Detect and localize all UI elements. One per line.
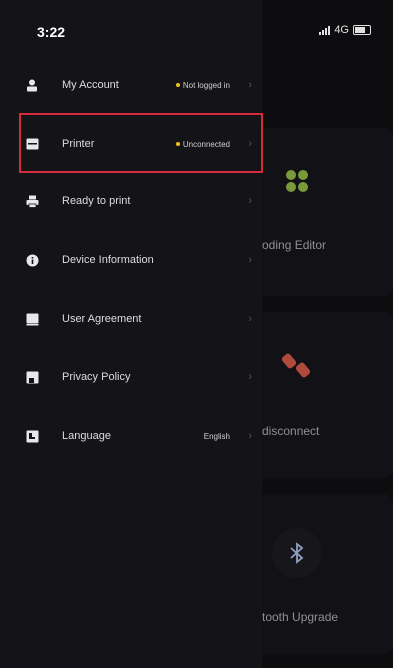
signal-icon [319, 25, 331, 35]
chevron-right-icon: › [248, 195, 252, 207]
menu-item-ready-to-print[interactable]: Ready to print › [0, 181, 262, 221]
print-queue-icon [25, 194, 39, 208]
user-icon [25, 78, 39, 92]
menu-item-device-information[interactable]: Device Information › [0, 240, 262, 280]
language-value: English [203, 431, 230, 441]
language-icon [25, 429, 39, 443]
side-drawer: My Account Not logged in › Printer Uncon… [0, 0, 263, 668]
chevron-right-icon: › [248, 313, 252, 325]
menu-item-label: Privacy Policy [62, 371, 131, 383]
shield-document-icon [25, 370, 39, 384]
menu-item-my-account[interactable]: My Account Not logged in › [0, 65, 262, 105]
info-icon [25, 253, 39, 267]
app-screen: oding Editor disconnect tooth Upgrade My… [0, 0, 393, 668]
chevron-right-icon: › [248, 79, 252, 91]
menu-item-label: Language [62, 430, 111, 442]
printer-highlight-box [19, 113, 263, 173]
chevron-right-icon: › [248, 254, 252, 266]
grid-icon [272, 156, 322, 206]
menu-item-label: User Agreement [62, 313, 142, 325]
document-icon [25, 312, 39, 326]
chevron-right-icon: › [248, 371, 252, 383]
menu-item-label: Device Information [62, 254, 154, 266]
battery-icon [353, 25, 371, 35]
network-type: 4G [334, 24, 349, 36]
menu-item-privacy-policy[interactable]: Privacy Policy › [0, 357, 262, 397]
status-time: 3:22 [37, 24, 66, 40]
account-status-text: Not logged in [182, 80, 230, 90]
editor-card-label: oding Editor [262, 238, 327, 252]
link-broken-icon [272, 340, 322, 390]
account-status: Not logged in [175, 80, 230, 90]
status-indicators: 4G [319, 24, 371, 36]
status-dot [175, 83, 180, 87]
menu-item-user-agreement[interactable]: User Agreement › [0, 299, 262, 339]
menu-item-language[interactable]: Language English › [0, 416, 262, 456]
menu-item-label: My Account [62, 79, 119, 91]
status-bar: 3:22 4G [0, 0, 393, 60]
bluetooth-upgrade-label: tooth Upgrade [262, 610, 339, 624]
menu-item-label: Ready to print [62, 195, 131, 207]
chevron-right-icon: › [248, 430, 252, 442]
bluetooth-icon [272, 528, 322, 578]
disconnect-card-label: disconnect [262, 424, 320, 438]
